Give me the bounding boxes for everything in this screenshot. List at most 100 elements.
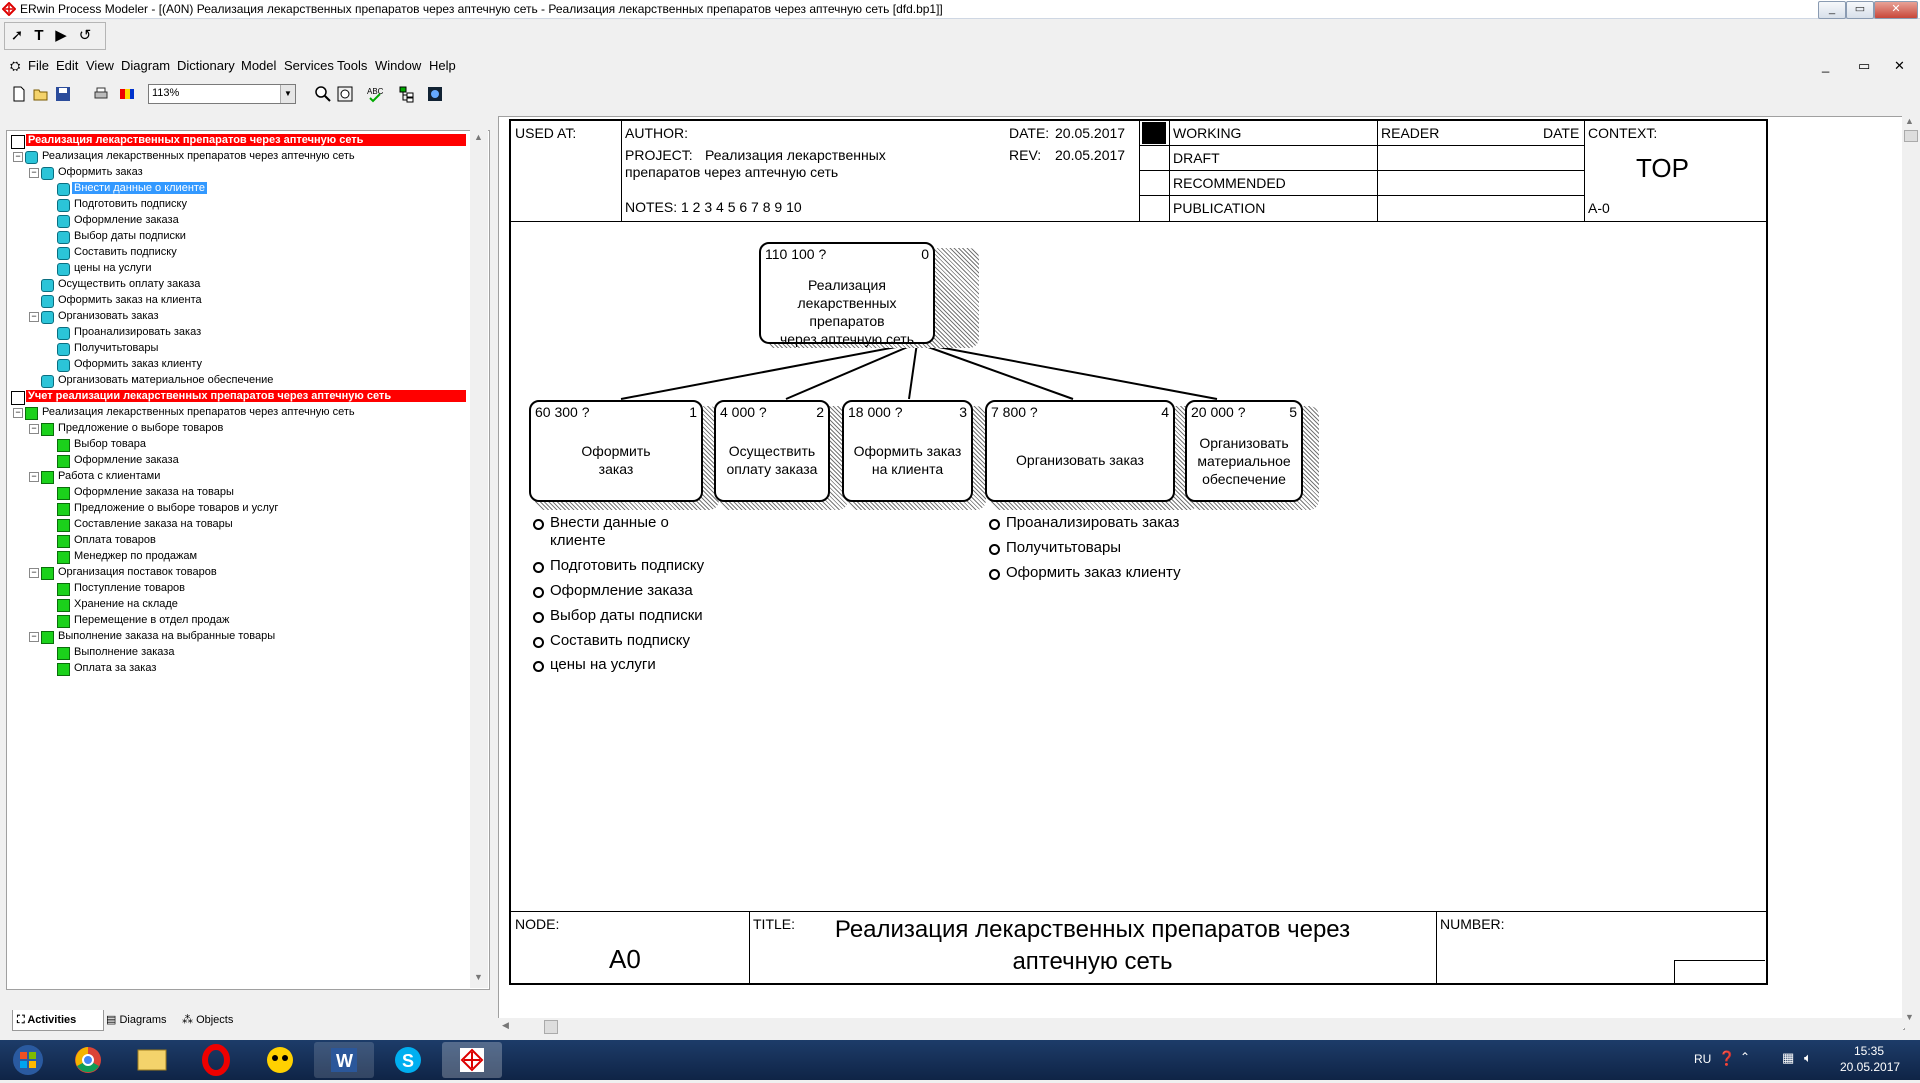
spell-check-icon[interactable]: ABC bbox=[366, 85, 384, 103]
root-activity-box[interactable]: 110 100 ? 0 Реализация лекарственных преп… bbox=[759, 242, 935, 347]
tree-collapse-icon[interactable]: − bbox=[29, 568, 39, 578]
start-button-icon[interactable] bbox=[6, 1044, 50, 1076]
tree-root-item[interactable]: Реализация лекарственных препаратов чере… bbox=[7, 133, 467, 149]
volume-tray-icon[interactable]: 🔈︎ bbox=[1804, 1050, 1812, 1066]
zoom-select[interactable]: 113% ▼ bbox=[148, 84, 296, 104]
tree-item[interactable]: Составление заказа на товары bbox=[7, 517, 467, 533]
save-icon[interactable] bbox=[54, 85, 72, 103]
new-file-icon[interactable] bbox=[10, 85, 28, 103]
help-tray-icon[interactable]: ❓ bbox=[1718, 1050, 1735, 1067]
menu-diagram[interactable]: Diagram bbox=[121, 58, 170, 73]
scroll-down-icon[interactable]: ▼ bbox=[1905, 1012, 1914, 1022]
tree-item[interactable]: − Организовать заказ bbox=[7, 309, 467, 325]
show-hidden-icons-icon[interactable]: ⌃ bbox=[1740, 1050, 1750, 1064]
mdi-restore-button[interactable]: ▭ bbox=[1858, 58, 1870, 74]
tree-item[interactable]: Предложение о выборе товаров и услуг bbox=[7, 501, 467, 517]
model-explorer-toggle-icon[interactable] bbox=[398, 85, 416, 103]
tree-item[interactable]: − Выполнение заказа на выбранные товары bbox=[7, 629, 467, 645]
tree-item[interactable]: Перемещение в отдел продаж bbox=[7, 613, 467, 629]
clock-date[interactable]: 20.05.2017 bbox=[1840, 1060, 1900, 1074]
menu-view[interactable]: View bbox=[86, 58, 114, 73]
model-navigator-icon[interactable] bbox=[426, 85, 444, 103]
clock-time[interactable]: 15:35 bbox=[1854, 1044, 1884, 1058]
diagram-canvas[interactable]: USED AT: AUTHOR: PROJECT: Реализация лек… bbox=[498, 116, 1905, 1030]
tree-item[interactable]: Оплата товаров bbox=[7, 533, 467, 549]
tree-item[interactable]: Выбор даты подписки bbox=[7, 229, 467, 245]
tree-item[interactable]: Внести данные о клиенте bbox=[7, 181, 467, 197]
explorer-taskbar-icon[interactable] bbox=[122, 1042, 182, 1078]
pointer-tool-icon[interactable]: ➚ bbox=[7, 26, 27, 46]
zoom-in-icon[interactable] bbox=[314, 85, 332, 103]
minimize-button[interactable]: _ bbox=[1818, 1, 1846, 19]
tree-collapse-icon[interactable]: − bbox=[29, 168, 39, 178]
tree-item[interactable]: Получитьтовары bbox=[7, 341, 467, 357]
scroll-left-icon[interactable]: ◀ bbox=[502, 1020, 509, 1031]
tree-item[interactable]: − Реализация лекарственных препаратов чер… bbox=[7, 149, 467, 165]
menu-file[interactable]: File bbox=[28, 58, 49, 73]
erwin-taskbar-icon[interactable] bbox=[442, 1042, 502, 1078]
chrome-taskbar-icon[interactable] bbox=[58, 1042, 118, 1078]
print-icon[interactable] bbox=[92, 85, 110, 103]
hscroll-thumb[interactable] bbox=[544, 1020, 558, 1034]
tab-diagrams[interactable]: ▤ Diagrams bbox=[102, 1010, 180, 1030]
text-tool-icon[interactable]: T bbox=[29, 26, 49, 46]
menu-services[interactable]: Services bbox=[284, 58, 334, 73]
opera-taskbar-icon[interactable] bbox=[186, 1042, 246, 1078]
tree-collapse-icon[interactable]: − bbox=[29, 472, 39, 482]
tree-item[interactable]: цены на услуги bbox=[7, 261, 467, 277]
tree-item[interactable]: Осуществить оплату заказа bbox=[7, 277, 467, 293]
tree-collapse-icon[interactable]: − bbox=[29, 632, 39, 642]
tree-vertical-scrollbar[interactable]: ▲ ▼ bbox=[470, 130, 488, 988]
network-tray-icon[interactable]: ▦ bbox=[1782, 1050, 1794, 1066]
activity-box-4[interactable]: 7 800 ? 4 Организовать заказ bbox=[985, 400, 1175, 502]
tree-item[interactable]: Проанализировать заказ bbox=[7, 325, 467, 341]
go-to-child-icon[interactable]: ▶ bbox=[51, 26, 71, 46]
tree-collapse-icon[interactable]: − bbox=[29, 312, 39, 322]
tree-item[interactable]: Поступление товаров bbox=[7, 581, 467, 597]
activity-box-1[interactable]: 60 300 ? 1 Оформить заказ bbox=[529, 400, 703, 502]
language-indicator[interactable]: RU bbox=[1694, 1052, 1711, 1066]
tree-item[interactable]: Оформить заказ на клиента bbox=[7, 293, 467, 309]
tree-item[interactable]: Выбор товара bbox=[7, 437, 467, 453]
tree-item[interactable]: Оформить заказ клиенту bbox=[7, 357, 467, 373]
scroll-up-icon[interactable]: ▲ bbox=[474, 132, 483, 142]
tree-item[interactable]: Подготовить подписку bbox=[7, 197, 467, 213]
canvas-horizontal-scrollbar[interactable]: ◀ bbox=[498, 1018, 1903, 1035]
chevron-down-icon[interactable]: ▼ bbox=[280, 85, 295, 103]
tab-objects[interactable]: ⁂ Objects bbox=[178, 1010, 252, 1030]
tree-item[interactable]: Хранение на складе bbox=[7, 597, 467, 613]
scroll-up-icon[interactable]: ▲ bbox=[1905, 116, 1914, 126]
tree-item[interactable]: Оформление заказа на товары bbox=[7, 485, 467, 501]
tree-collapse-icon[interactable]: − bbox=[13, 152, 23, 162]
tree-collapse-icon[interactable]: − bbox=[29, 424, 39, 434]
menu-help[interactable]: Help bbox=[429, 58, 456, 73]
tree-root-item[interactable]: Учет реализации лекарственных препаратов… bbox=[7, 389, 467, 405]
maximize-button[interactable]: ▭ bbox=[1846, 1, 1874, 19]
mdi-minimize-button[interactable]: _ bbox=[1822, 58, 1829, 73]
tree-item[interactable]: Выполнение заказа bbox=[7, 645, 467, 661]
zoom-out-icon[interactable] bbox=[336, 85, 354, 103]
activity-box-2[interactable]: 4 000 ? 2 Осуществить оплату заказа bbox=[714, 400, 830, 502]
menu-dictionary[interactable]: Dictionary bbox=[177, 58, 235, 73]
activity-box-5[interactable]: 20 000 ? 5 Организовать материальное обесп… bbox=[1185, 400, 1303, 502]
activity-box-3[interactable]: 18 000 ? 3 Оформить заказ на клиента bbox=[842, 400, 973, 502]
close-button[interactable]: ✕ bbox=[1874, 1, 1918, 19]
tree-item[interactable]: Организовать материальное обеспечение bbox=[7, 373, 467, 389]
tree-item[interactable]: Оплата за заказ bbox=[7, 661, 467, 677]
word-taskbar-icon[interactable]: W bbox=[314, 1042, 374, 1078]
canvas-vertical-scrollbar[interactable]: ▲ ▼ bbox=[1902, 116, 1920, 1028]
model-explorer-icon[interactable]: ⛭ bbox=[10, 58, 20, 74]
tree-item[interactable]: − Работа с клиентами bbox=[7, 469, 467, 485]
tab-activities[interactable]: ⛶ Activities bbox=[12, 1010, 104, 1031]
tree-collapse-icon[interactable]: − bbox=[13, 408, 23, 418]
tree-item[interactable]: − Реализация лекарственных препаратов чер… bbox=[7, 405, 467, 421]
menu-tools[interactable]: Tools bbox=[337, 58, 367, 73]
tree-item[interactable]: − Оформить заказ bbox=[7, 165, 467, 181]
tree-item[interactable]: − Организация поставок товаров bbox=[7, 565, 467, 581]
go-to-parent-icon[interactable]: ↺ bbox=[75, 26, 95, 46]
skype-taskbar-icon[interactable]: S bbox=[378, 1042, 438, 1078]
tree-item[interactable]: Оформление заказа bbox=[7, 453, 467, 469]
cyberghost-taskbar-icon[interactable] bbox=[250, 1042, 310, 1078]
menu-window[interactable]: Window bbox=[375, 58, 421, 73]
scroll-thumb[interactable] bbox=[1904, 130, 1918, 142]
